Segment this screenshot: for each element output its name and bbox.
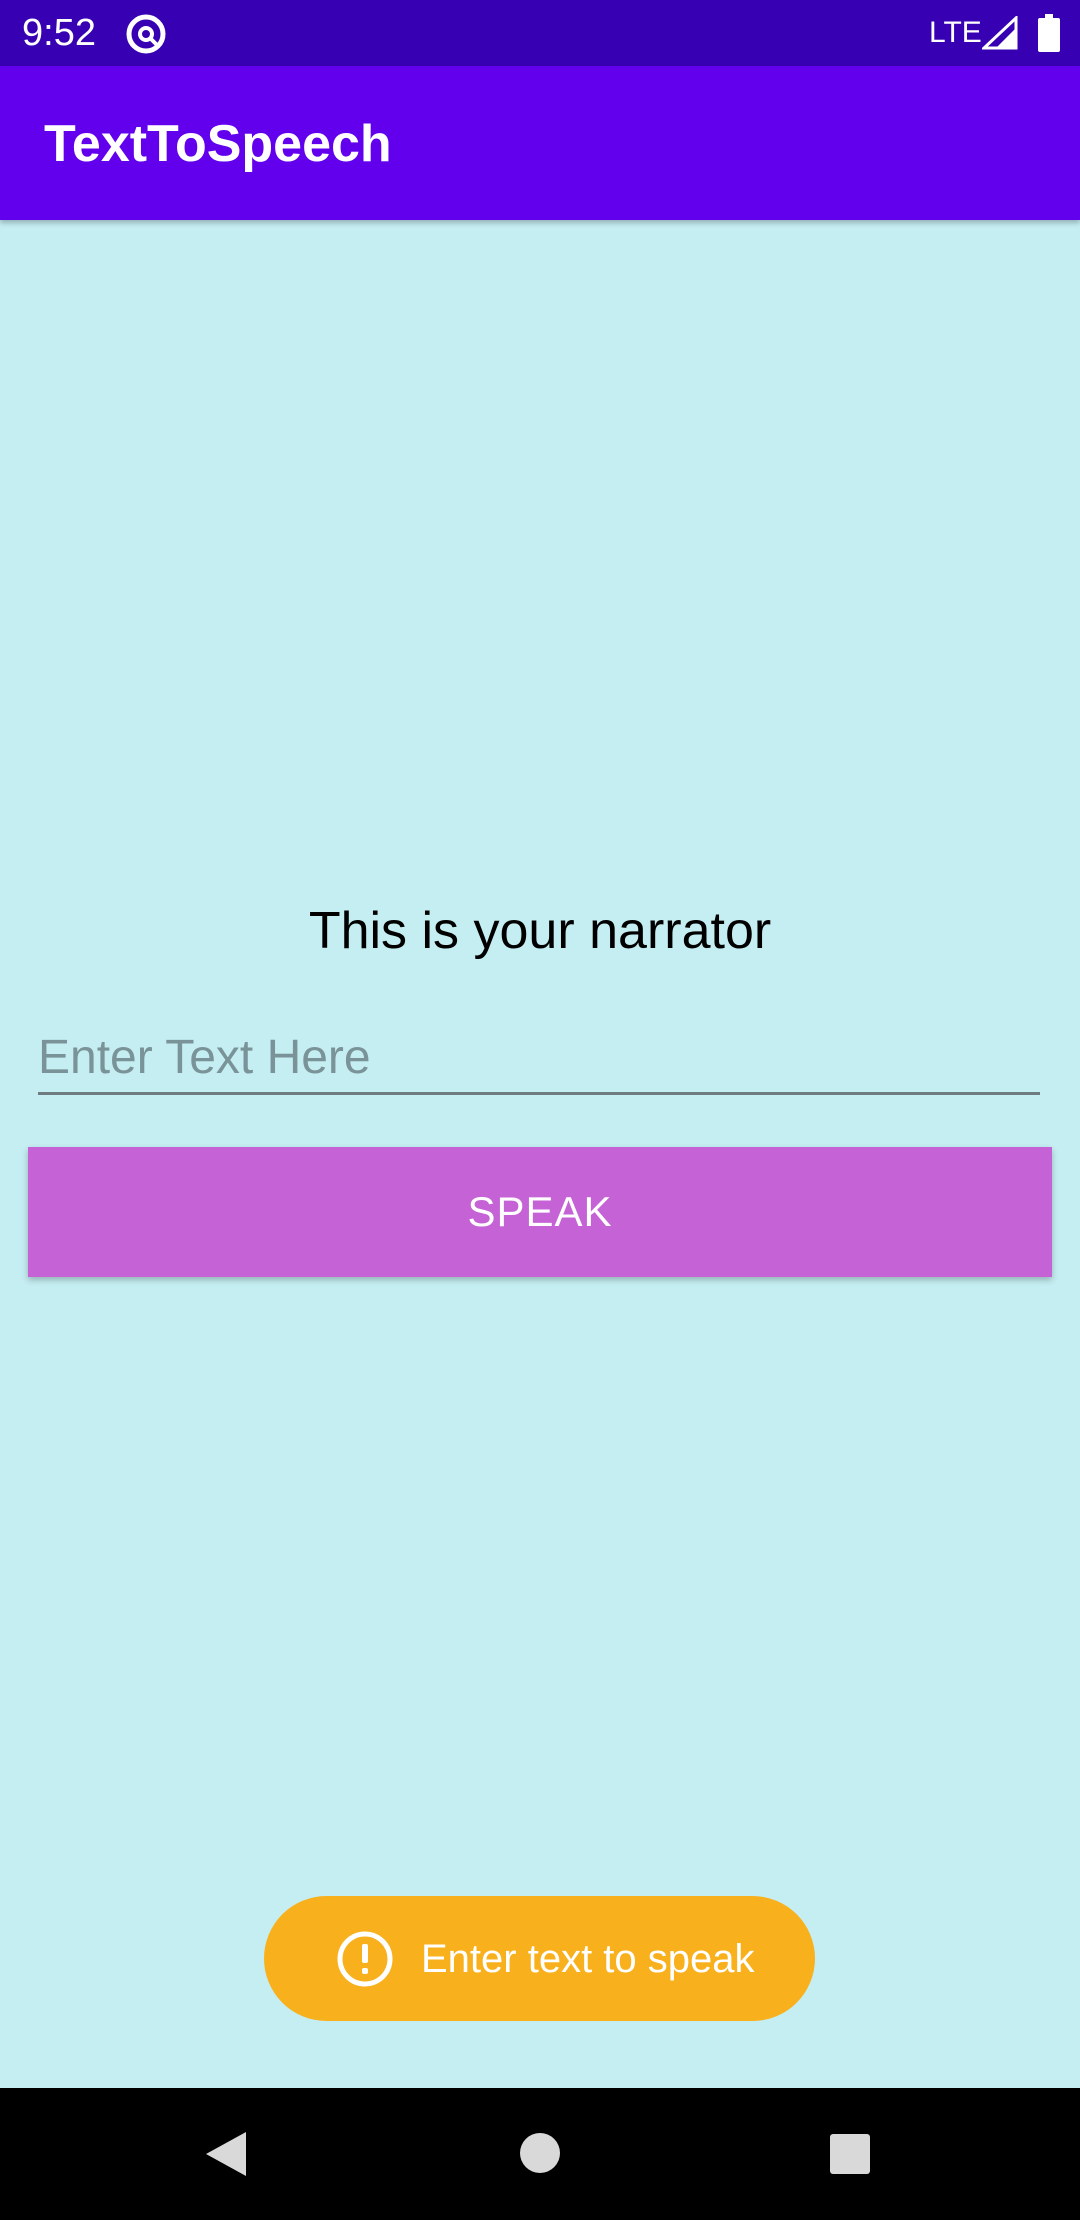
status-bar: 9:52 LTE — [0, 0, 1080, 66]
toast: Enter text to speak — [264, 1896, 815, 2021]
signal-icon — [982, 16, 1018, 50]
recents-icon[interactable] — [829, 2133, 871, 2175]
back-icon[interactable] — [204, 2130, 248, 2178]
narrator-heading: This is your narrator — [308, 902, 772, 960]
app-bar: TextToSpeech — [0, 66, 1080, 220]
battery-icon — [1038, 14, 1060, 52]
toast-message: Enter text to speak — [421, 1937, 755, 1981]
app-title: TextToSpeech — [44, 115, 392, 173]
text-input[interactable] — [38, 1022, 1040, 1095]
screen: 9:52 LTE TextToSpeech This is your narra… — [0, 0, 1080, 2220]
at-sign-icon — [126, 14, 166, 54]
alert-circle-icon — [337, 1931, 393, 1987]
speak-button[interactable]: SPEAK — [28, 1147, 1052, 1277]
nav-bar — [0, 2088, 1080, 2220]
network-type: LTE — [929, 16, 982, 49]
status-time: 9:52 — [22, 12, 96, 54]
home-icon[interactable] — [519, 2132, 561, 2174]
